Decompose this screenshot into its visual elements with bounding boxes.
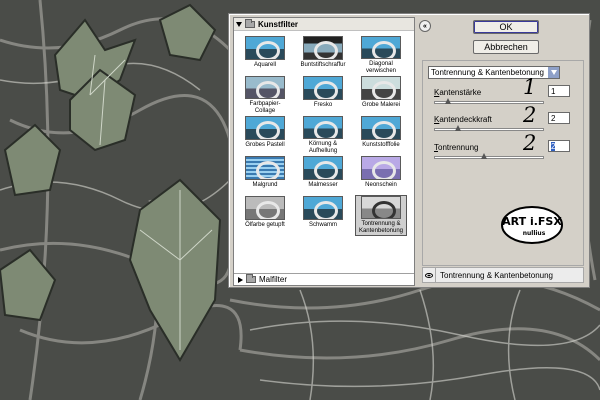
annotation-number: 2 (523, 131, 537, 155)
filter-select[interactable]: Tontrennung & Kantenbetonung (428, 66, 560, 79)
filter-kunststofffolie[interactable]: Kunststofffolie (356, 116, 406, 155)
kantendeckkraft-input[interactable]: 2 (548, 112, 570, 124)
annotation-number: 1 (523, 75, 537, 99)
filter-thumbnail (303, 156, 343, 180)
artifex-logo: ART i.FSX nullius (500, 205, 564, 245)
double-chevron-icon: « (423, 22, 427, 30)
filter-label: Kunststofffolie (362, 142, 400, 148)
category-kunstfilter[interactable]: Kunstfilter (234, 18, 414, 31)
filter-label: Aquarell (253, 62, 276, 68)
filter-label: Farbpapier-Collage (249, 101, 281, 114)
filter-thumbnail-grid: Aquarell Buntstiftschraffur Diagonal ver… (234, 31, 414, 236)
filter-label: Malmesser (308, 182, 338, 188)
filter-label: Buntstiftschraffur (300, 62, 346, 68)
filter-thumbnail (245, 196, 285, 220)
folder-icon (245, 18, 255, 28)
collapsed-triangle-icon[interactable] (238, 276, 243, 283)
tontrennung-slider[interactable] (434, 153, 544, 159)
expand-triangle-icon[interactable] (236, 21, 242, 27)
filter-neonschein[interactable]: Neonschein (356, 156, 406, 195)
filter-label: Malgrund (252, 182, 278, 188)
cancel-button[interactable]: Abbrechen (473, 40, 539, 54)
slider-knob[interactable] (445, 98, 452, 104)
tontrennung-input[interactable]: 2 (548, 140, 570, 152)
filter-thumbnail (361, 36, 401, 59)
filter-diagonal-verwischen[interactable]: Diagonal verwischen (356, 36, 406, 75)
folder-icon (246, 274, 256, 283)
filter-thumbnail (361, 76, 401, 100)
filter-label: Körnung & Aufhellung (308, 141, 338, 154)
filter-oelfarbe-getupft[interactable]: Ölfarbe getupft (240, 196, 290, 235)
filter-thumbnail (245, 76, 285, 99)
filter-farbpapier-collage[interactable]: Farbpapier-Collage (240, 76, 290, 115)
filter-label: Grobe Malerei (361, 102, 400, 108)
filter-gallery-dialog: Kunstfilter Aquarell Buntstiftschraffur … (228, 13, 590, 288)
collapse-browser-button[interactable]: « (419, 20, 431, 32)
filter-grobe-malerei[interactable]: Grobe Malerei (356, 76, 406, 115)
filter-thumbnail (303, 36, 343, 60)
filter-grobes-pastell[interactable]: Grobes Pastell (240, 116, 290, 155)
param-label-kantendeckkraft: Kantendeckkraft (434, 115, 492, 124)
slider-knob[interactable] (455, 125, 462, 131)
filter-thumbnail (245, 36, 285, 60)
slider-knob[interactable] (480, 153, 487, 159)
filter-thumbnail (303, 116, 343, 139)
dropdown-arrow-icon[interactable] (548, 67, 559, 78)
kantenstaerke-input[interactable]: 1 (548, 85, 570, 97)
logo-text-main: ART i.FSX (502, 215, 562, 228)
filter-label: Diagonal verwischen (365, 61, 396, 74)
effect-layer-label: Tontrennung & Kantenbetonung (440, 270, 553, 280)
filter-koernung-aufhellung[interactable]: Körnung & Aufhellung (298, 116, 348, 155)
filter-label: Schwamm (308, 222, 337, 228)
annotation-number: 2 (523, 103, 537, 127)
visibility-eye-icon[interactable] (423, 268, 436, 282)
category-label: Kunstfilter (258, 19, 298, 29)
category-label: Malfilter (259, 275, 288, 284)
filter-buntstiftschraffur[interactable]: Buntstiftschraffur (298, 36, 348, 75)
filter-malmesser[interactable]: Malmesser (298, 156, 348, 195)
category-malfilter[interactable]: Malfilter (234, 273, 414, 285)
filter-label: Ölfarbe getupft (245, 222, 285, 228)
filter-thumbnail (245, 156, 285, 180)
param-label-tontrennung: Tontrennung (434, 143, 479, 152)
filter-tontrennung-kantenbetonung[interactable]: Tontrennung & Kantenbetonung (355, 195, 407, 236)
filter-thumbnail (245, 116, 285, 140)
filter-thumbnail (303, 76, 343, 100)
logo-text-sub: nullius (523, 230, 546, 237)
filter-browser: Kunstfilter Aquarell Buntstiftschraffur … (233, 17, 415, 286)
filter-thumbnail (361, 196, 401, 219)
filter-label: Grobes Pastell (245, 142, 285, 148)
filter-fresko[interactable]: Fresko (298, 76, 348, 115)
filter-thumbnail (303, 196, 343, 220)
filter-thumbnail (361, 116, 401, 140)
filter-aquarell[interactable]: Aquarell (240, 36, 290, 75)
filter-malgrund[interactable]: Malgrund (240, 156, 290, 195)
ok-button[interactable]: OK (473, 20, 539, 34)
filter-thumbnail (361, 156, 401, 180)
filter-label: Tontrennung & Kantenbetonung (358, 221, 404, 234)
param-label-kantenstaerke: Kantenstärke (434, 88, 482, 97)
filter-label: Fresko (313, 102, 333, 108)
effect-layer-row[interactable]: Tontrennung & Kantenbetonung (422, 267, 584, 283)
filter-schwamm[interactable]: Schwamm (298, 196, 348, 235)
filter-label: Neonschein (365, 182, 397, 188)
